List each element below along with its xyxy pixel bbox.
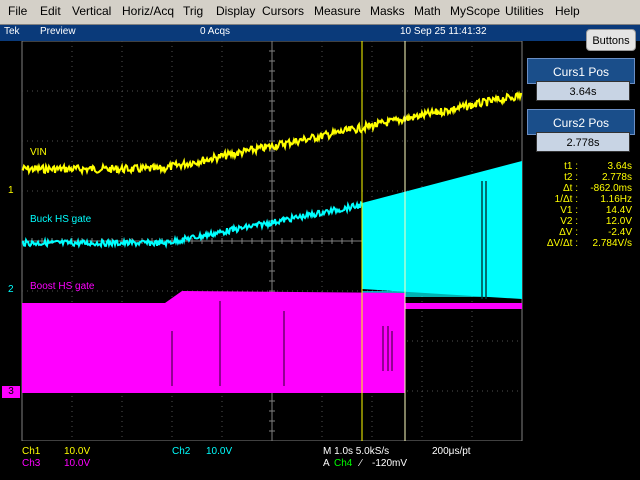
menu-measure[interactable]: Measure [314,4,361,18]
readout-value: 2.778s [601,172,632,183]
menu-utilities[interactable]: Utilities [505,4,544,18]
ch3-ground-marker[interactable]: 3 [2,386,20,398]
datetime-label: 10 Sep 25 11:41:32 [400,26,487,37]
buck-trace-label: Buck HS gate [30,214,92,225]
readout-value: -2.4V [608,227,632,238]
readout-row: ΔV : -2.4V [528,227,636,238]
menu-display[interactable]: Display [216,4,255,18]
waveform-display[interactable] [0,41,523,441]
vin-trace-label: VIN [30,147,47,158]
record-resolution: 200μs/pt [432,446,471,457]
boost-waveform-tail [405,303,522,309]
readout-label: Δt : [562,183,578,194]
ch1-scale[interactable]: 10.0V [64,446,90,457]
status-footer: Ch1 10.0V Ch3 10.0V Ch2 10.0V M 1.0s 5.0… [0,441,640,480]
menu-file[interactable]: File [8,4,27,18]
readout-label: ΔV : [559,227,578,238]
menu-edit[interactable]: Edit [40,4,61,18]
ch1-ground-marker[interactable]: 1 [8,185,14,196]
menu-bar: File Edit Vertical Horiz/Acq Trig Displa… [0,0,640,25]
readout-value: 12.0V [605,216,632,227]
readout-value: -862.0ms [590,183,632,194]
ch2-scale[interactable]: 10.0V [206,446,232,457]
brand-label: Tek [4,26,20,37]
readout-row: V2 : 12.0V [528,216,636,227]
readout-row: ΔV/Δt : 2.784V/s [528,238,636,249]
ch3-scale[interactable]: 10.0V [64,458,90,469]
ch3-label[interactable]: Ch3 [22,458,40,469]
readout-row: t2 : 2.778s [528,172,636,183]
trigger-slope-icon[interactable]: ∕ [360,458,362,469]
readout-label: t2 : [564,172,578,183]
readout-label: t1 : [564,161,578,172]
timebase-readout[interactable]: M 1.0s 5.0kS/s [323,446,389,457]
buttons-button[interactable]: Buttons [586,29,636,51]
menu-masks[interactable]: Masks [370,4,405,18]
readout-row: V1 : 14.4V [528,205,636,216]
trigger-a-label: A [323,458,330,469]
acquisitions-count: 0 Acqs [200,26,231,37]
menu-horiz-acq[interactable]: Horiz/Acq [122,4,174,18]
boost-trace-label: Boost HS gate [30,281,95,292]
status-bar: Tek Preview 0 Acqs 10 Sep 25 11:41:32 [0,25,640,41]
readout-value: 14.4V [605,205,632,216]
curs1-pos-value[interactable]: 3.64s [536,81,630,101]
ch2-label[interactable]: Ch2 [172,446,190,457]
trigger-source[interactable]: Ch4 [334,458,352,469]
readout-value: 1.16Hz [600,194,632,205]
menu-myscope[interactable]: MyScope [450,4,500,18]
readout-value: 2.784V/s [592,238,632,249]
trigger-level[interactable]: -120mV [372,458,407,469]
readout-label: ΔV/Δt : [546,238,578,249]
readout-row: t1 : 3.64s [528,161,636,172]
buck-waveform-switching [362,161,522,299]
readout-row: Δt : -862.0ms [528,183,636,194]
ch2-ground-marker[interactable]: 2 [8,284,14,295]
menu-math[interactable]: Math [414,4,441,18]
curs2-pos-value[interactable]: 2.778s [536,132,630,152]
readout-value: 3.64s [607,161,632,172]
readout-label: 1/Δt : [554,194,578,205]
menu-vertical[interactable]: Vertical [72,4,111,18]
menu-help[interactable]: Help [555,4,580,18]
boost-waveform-switching [22,291,405,393]
readout-label: V1 : [560,205,578,216]
readout-row: 1/Δt : 1.16Hz [528,194,636,205]
menu-trig[interactable]: Trig [183,4,203,18]
mode-label: Preview [40,26,76,37]
menu-cursors[interactable]: Cursors [262,4,304,18]
ch1-label[interactable]: Ch1 [22,446,40,457]
readout-label: V2 : [560,216,578,227]
